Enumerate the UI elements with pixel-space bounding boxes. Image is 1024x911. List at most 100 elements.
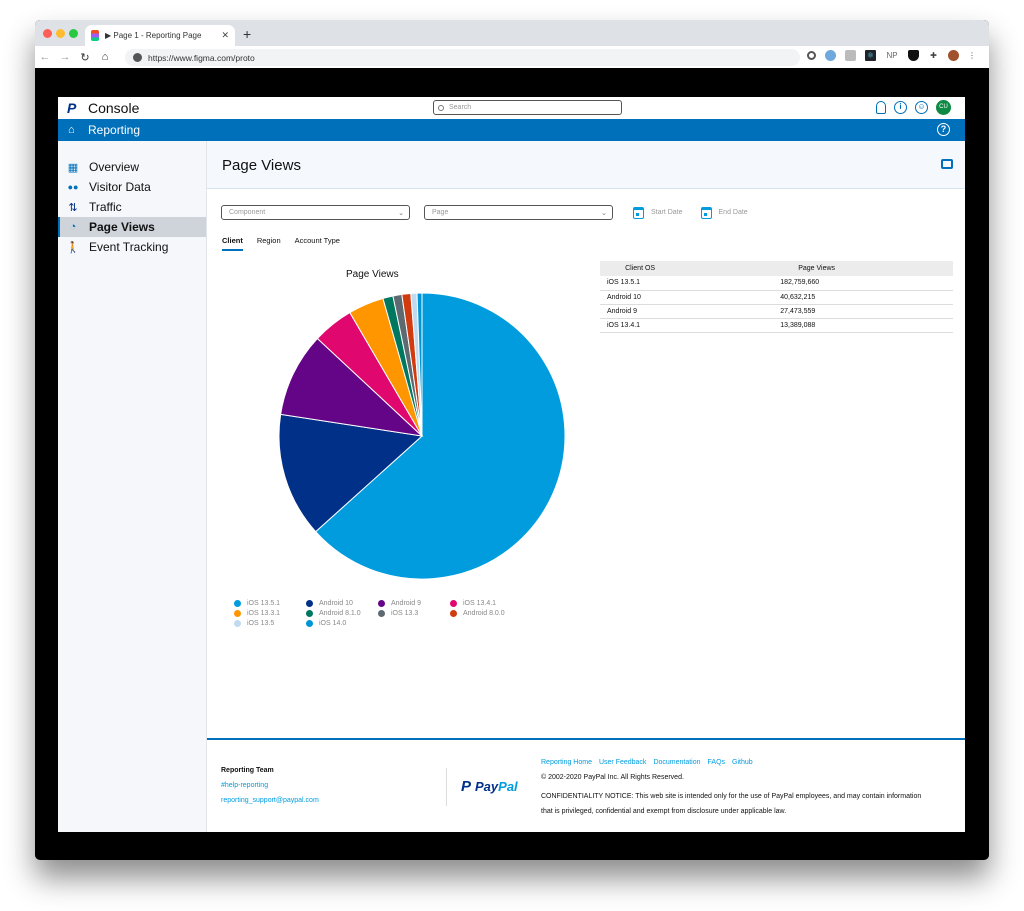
url-input[interactable]: https://www.figma.com/proto [125,49,800,66]
column-header[interactable]: Client OS [600,261,681,276]
legend-label: Android 10 [319,600,353,607]
minimize-window-button[interactable] [56,29,65,38]
paypal-p-icon: P [461,778,472,795]
legend-item[interactable]: iOS 13.3.1 [234,609,306,618]
home-icon[interactable]: ⌂ [68,124,75,136]
legend-label: iOS 13.5 [247,620,275,627]
paypal-logo: P PayPal [461,778,518,795]
column-header[interactable]: Page Views [680,261,953,276]
page-title: Page Views [222,157,301,174]
help-icon[interactable]: ? [937,123,950,136]
puzzle-extension-icon[interactable]: ✚ [928,50,939,61]
footer-link-documentation[interactable]: Documentation [653,759,700,766]
circle-extension-icon[interactable] [807,51,816,60]
reload-icon[interactable]: ↻ [75,51,95,64]
data-table: Client OS Page Views iOS 13.5.1 182,759,… [600,261,953,333]
legend-swatch [378,600,385,607]
blue-extension-icon[interactable] [825,50,836,61]
sidebar-item-page-views[interactable]: ◔ Page Views [58,217,206,237]
component-placeholder: Component [229,209,266,216]
start-date-label: Start Date [651,209,683,216]
print-icon[interactable] [941,159,953,169]
start-date-button[interactable]: Start Date [633,206,683,219]
calendar-icon [700,206,712,219]
legend-swatch [234,620,241,627]
browser-tab[interactable]: ▶ Page 1 - Reporting Page ✕ [85,25,235,46]
chart-legend: iOS 13.5.1 Android 10 Android 9 iOS 13.4.1 i… [234,599,534,628]
main-content: Page Views Component ⌄ Page ⌄ Start Date [207,141,965,832]
footer-link-user-feedback[interactable]: User Feedback [599,759,646,766]
app-brand: Console [88,100,140,116]
legend-label: Android 8.1.0 [319,610,361,617]
legend-item[interactable]: iOS 14.0 [306,619,378,628]
sidebar-item-traffic[interactable]: ⇅ Traffic [58,197,206,217]
footer-link-reporting-home[interactable]: Reporting Home [541,759,592,766]
figma-icon [91,30,99,41]
legend-label: Android 8.0.0 [463,610,505,617]
profile-avatar[interactable] [948,50,959,61]
menu-icon[interactable]: ⋮ [968,50,976,61]
legend-item[interactable]: Android 10 [306,599,378,608]
legend-item[interactable]: Android 8.0.0 [450,609,522,618]
react-extension-icon[interactable]: ⚛ [865,50,876,61]
legend-item[interactable]: Android 8.1.0 [306,609,378,618]
cell-client-os: Android 9 [600,304,681,319]
legend-item[interactable]: iOS 13.3 [378,609,450,618]
sidebar-item-visitor-data[interactable]: ●● Visitor Data [58,177,206,197]
legend-item[interactable]: iOS 13.4.1 [450,599,522,608]
page-header: Page Views [207,141,965,189]
address-bar-row: ← → ↻ ⌂ https://www.figma.com/proto ⚛ NP… [35,46,989,68]
end-date-label: End Date [718,209,748,216]
cell-client-os: iOS 13.5.1 [600,276,681,291]
cell-page-views: 27,473,559 [680,304,953,319]
calendar-icon [633,206,644,219]
sidebar-item-label: Page Views [89,220,155,234]
search-icon [438,104,444,111]
table-row: iOS 13.4.1 13,389,088 [600,318,953,333]
search-input[interactable]: Search [433,100,622,115]
tab-strip: ▶ Page 1 - Reporting Page ✕ + [35,20,989,46]
legend-label: iOS 13.5.1 [247,600,281,607]
smiley-icon[interactable]: ☺ [915,101,928,114]
pie-chart-icon: ◔ [69,221,77,233]
legend-item[interactable]: iOS 13.5.1 [234,599,306,608]
sidebar-item-overview[interactable]: ▦ Overview [58,157,206,177]
legend-swatch [450,600,457,607]
info-icon[interactable]: i [894,101,907,114]
walking-person-icon: 🚶 [66,241,80,254]
tab-client[interactable]: Client [222,236,243,251]
user-avatar[interactable]: CU [936,100,951,115]
bell-icon[interactable] [876,101,886,114]
tab-region[interactable]: Region [257,236,281,251]
legend-item[interactable]: Android 9 [378,599,450,608]
logo-pay: Pay [475,779,499,794]
np-extension-icon[interactable]: NP [885,50,899,61]
footer-link-github[interactable]: Github [732,759,753,766]
tab-account-type[interactable]: Account Type [295,236,340,251]
confidentiality-notice: CONFIDENTIALITY NOTICE: This web site is… [541,793,922,815]
end-date-button[interactable]: End Date [700,206,748,219]
component-select[interactable]: Component ⌄ [221,205,410,220]
legend-swatch [306,600,313,607]
sidebar-item-event-tracking[interactable]: 🚶 Event Tracking [58,237,206,257]
back-icon[interactable]: ← [35,51,55,63]
new-tab-button[interactable]: + [243,27,251,41]
paypal-logo-icon: P [67,100,77,116]
forward-icon[interactable]: → [55,51,75,63]
slack-channel-link[interactable]: #help-reporting [221,782,268,789]
support-email-link[interactable]: reporting_support@paypal.com [221,797,319,804]
legend-label: iOS 13.3.1 [247,610,281,617]
cell-client-os: Android 10 [600,290,681,305]
chat-extension-icon[interactable] [845,50,856,61]
maximize-window-button[interactable] [69,29,78,38]
close-tab-icon[interactable]: ✕ [221,30,229,41]
page-select[interactable]: Page ⌄ [424,205,613,220]
logo-pal: Pal [498,779,518,794]
shield-extension-icon[interactable] [908,50,919,61]
home-icon[interactable]: ⌂ [95,51,115,63]
close-window-button[interactable] [43,29,52,38]
legend-swatch [378,610,385,617]
legend-item[interactable]: iOS 13.5 [234,619,306,628]
section-title[interactable]: Reporting [88,123,140,137]
footer-link-faqs[interactable]: FAQs [708,759,726,766]
